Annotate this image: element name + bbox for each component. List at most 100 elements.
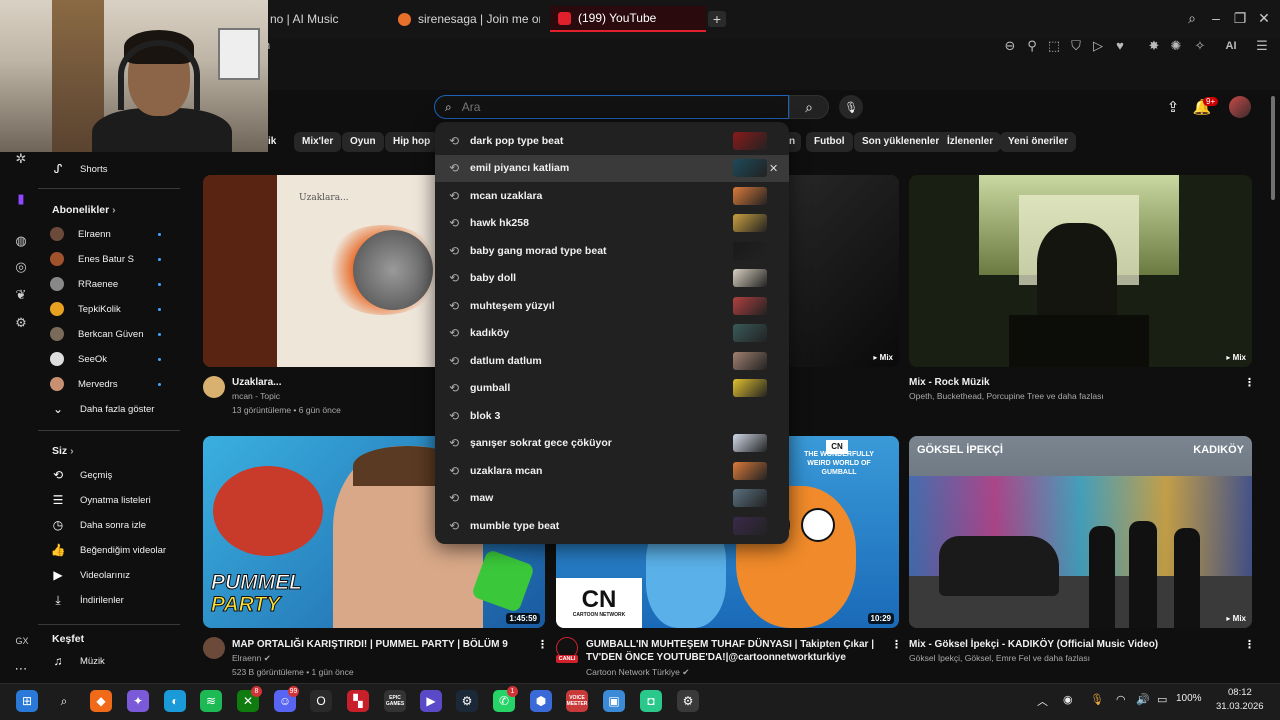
scrollbar-thumb[interactable]: [1271, 96, 1275, 200]
video-thumbnail[interactable]: ▸ Mix: [909, 175, 1252, 367]
upload-icon[interactable]: ⇪: [1163, 98, 1183, 116]
more-options-icon[interactable]: ⋮: [891, 638, 902, 651]
channel-avatar[interactable]: [203, 376, 225, 398]
search-suggestion[interactable]: ⟲ gumball: [435, 375, 789, 402]
chip[interactable]: Mix'ler: [294, 132, 342, 152]
video-thumbnail[interactable]: GÖKSEL İPEKÇİ KADIKÖY ▸ Mix: [909, 436, 1252, 628]
copilot-icon[interactable]: ✦: [127, 690, 149, 712]
search-suggestion[interactable]: ⟲ muhteşem yüzyıl: [435, 292, 789, 319]
chip[interactable]: Futbol: [806, 132, 853, 152]
browser-tab[interactable]: sirenesaga | Join me on St: [390, 6, 540, 32]
more-icon[interactable]: ⋯: [12, 660, 30, 678]
wifi-icon[interactable]: ◠: [1116, 693, 1126, 706]
opera-ext-icon[interactable]: ✲: [12, 150, 30, 168]
video-title[interactable]: MAP ORTALIĞI KARIŞTIRDI! | PUMMEL PARTY …: [232, 638, 532, 651]
browser-tab-youtube[interactable]: (199) YouTube: [550, 6, 706, 32]
sidebar-item-history[interactable]: ⟲ Geçmiş: [50, 465, 112, 485]
sidebar-item-subscription[interactable]: Berkcan Güven: [50, 324, 143, 344]
search-suggestion[interactable]: ⟲ baby doll: [435, 265, 789, 292]
more-options-icon[interactable]: ⋮: [1244, 638, 1255, 651]
subscriptions-title[interactable]: Abonelikler ›: [52, 204, 116, 216]
chip[interactable]: İzlenenler: [939, 132, 1002, 152]
pin-icon[interactable]: ⚲: [1024, 38, 1040, 54]
android-icon[interactable]: ◘: [640, 690, 662, 712]
menu-icon[interactable]: ☰: [1254, 38, 1270, 54]
avatar[interactable]: [1229, 96, 1251, 118]
search-suggestion[interactable]: ⟲ dark pop type beat: [435, 127, 789, 154]
minimize-button[interactable]: –: [1208, 10, 1224, 26]
you-title[interactable]: Siz ›: [52, 445, 74, 457]
search-suggestion[interactable]: ⟲ mumble type beat: [435, 512, 789, 539]
windows-start-icon[interactable]: ⊞: [16, 690, 38, 712]
maximize-button[interactable]: ❐: [1232, 10, 1248, 26]
more-options-icon[interactable]: ⋮: [1244, 376, 1255, 389]
sidebar-item-thumbs-up[interactable]: 👍 Beğendiğim videolar: [50, 540, 167, 560]
search-suggestion[interactable]: ⟲ datlum datlum: [435, 347, 789, 374]
extension-icon[interactable]: ✺: [1168, 38, 1184, 54]
search-icon[interactable]: ⌕: [53, 690, 75, 712]
channel-name[interactable]: Cartoon Network Türkiye ✔: [586, 666, 689, 678]
ai-button[interactable]: AI: [1218, 38, 1244, 54]
video-title[interactable]: GUMBALL'IN MUHTEŞEM TUHAF DÜNYASI | Taki…: [586, 638, 886, 664]
app-icon[interactable]: ⬢: [530, 690, 552, 712]
remove-suggestion-icon[interactable]: ✕: [769, 162, 778, 175]
sidebar-item-music[interactable]: ♫ Müzik: [50, 651, 105, 671]
zoom-out-icon[interactable]: ⊖: [1002, 38, 1018, 54]
video-title[interactable]: Mix - Rock Müzik: [909, 376, 990, 389]
edge-icon[interactable]: ◐: [164, 690, 186, 712]
chip[interactable]: Hip hop: [385, 132, 439, 152]
voice-search-button[interactable]: 🎙: [839, 95, 863, 119]
chip[interactable]: Yeni öneriler: [1000, 132, 1077, 152]
sidebar-item-subscription[interactable]: RRaenee: [50, 274, 118, 294]
spotify-rail-icon[interactable]: ◍: [12, 232, 30, 250]
sidebar-item-subscription[interactable]: Mervedrs: [50, 374, 118, 394]
sidebar-item-shorts[interactable]: ᔑ Shorts: [50, 159, 108, 179]
sidebar-item-subscription[interactable]: SeeOk: [50, 349, 107, 369]
battery-icon[interactable]: ▭: [1157, 693, 1167, 706]
play-icon[interactable]: ▷: [1090, 38, 1106, 54]
extension-icon[interactable]: ✸: [1146, 38, 1162, 54]
new-tab-button[interactable]: +: [708, 11, 726, 27]
more-options-icon[interactable]: ⋮: [537, 638, 548, 651]
volume-icon[interactable]: 🔊: [1136, 693, 1150, 706]
mascot-icon[interactable]: ❦: [12, 286, 30, 304]
voicemeeter-icon[interactable]: VOICE MEETER: [566, 690, 588, 712]
channel-name[interactable]: mcan - Topic: [232, 390, 280, 402]
sidebar-item-subscription[interactable]: TepkiKolik: [50, 299, 121, 319]
screenshot-icon[interactable]: ⬚: [1046, 38, 1062, 54]
chip[interactable]: Oyun: [342, 132, 384, 152]
extension-icon[interactable]: ✧: [1192, 38, 1208, 54]
office-icon[interactable]: ▚: [347, 690, 369, 712]
sidebar-item-download[interactable]: ⤓ İndirilenler: [50, 590, 123, 610]
sidebar-item-clock[interactable]: ◷ Daha sonra izle: [50, 515, 146, 535]
browser-tab[interactable]: no | AI Music: [262, 6, 390, 32]
opera-gx-icon[interactable]: O: [310, 690, 332, 712]
show-more-button[interactable]: ⌄ Daha fazla göster: [50, 399, 155, 419]
search-suggestion[interactable]: ⟲ baby gang morad type beat: [435, 237, 789, 264]
search-input[interactable]: ⌕ Ara: [434, 95, 789, 119]
shield-icon[interactable]: ⛉: [1068, 38, 1084, 54]
sidebar-item-playlist[interactable]: ☰ Oynatma listeleri: [50, 490, 151, 510]
sidebar-item-subscription[interactable]: Elraenn: [50, 224, 111, 244]
close-window-button[interactable]: ✕: [1256, 10, 1272, 26]
opera-gx-label[interactable]: GX: [12, 632, 32, 650]
steam-icon[interactable]: ⚙: [456, 690, 478, 712]
search-suggestion[interactable]: ⟲ şanışer sokrat gece çöküyor: [435, 430, 789, 457]
steam-tray-icon[interactable]: ◉: [1063, 693, 1073, 706]
clock-time[interactable]: 08:12: [1228, 687, 1252, 698]
microphone-tray-icon[interactable]: 🎙: [1090, 693, 1104, 706]
media-player-icon[interactable]: ▶: [420, 690, 442, 712]
search-button[interactable]: ⌕: [789, 95, 829, 119]
channel-avatar[interactable]: [203, 637, 225, 659]
search-suggestion[interactable]: ⟲ kadıköy: [435, 320, 789, 347]
video-title[interactable]: Uzaklara...: [232, 376, 281, 389]
monitor-icon[interactable]: ▣: [603, 690, 625, 712]
video-title[interactable]: Mix - Göksel İpekçi - KADIKÖY (Official …: [909, 638, 1158, 651]
search-suggestion[interactable]: ⟲ uzaklara mcan: [435, 457, 789, 484]
sidebar-item-video[interactable]: ▶ Videolarınız: [50, 565, 130, 585]
twitch-icon[interactable]: ▮: [12, 190, 30, 208]
search-tabs-icon[interactable]: ⌕: [1184, 10, 1200, 26]
chevron-up-icon[interactable]: ︿: [1037, 693, 1048, 709]
search-suggestion[interactable]: ⟲ emil piyancı katliam ✕: [435, 154, 789, 182]
search-suggestion[interactable]: ⟲ hawk hk258: [435, 210, 789, 237]
